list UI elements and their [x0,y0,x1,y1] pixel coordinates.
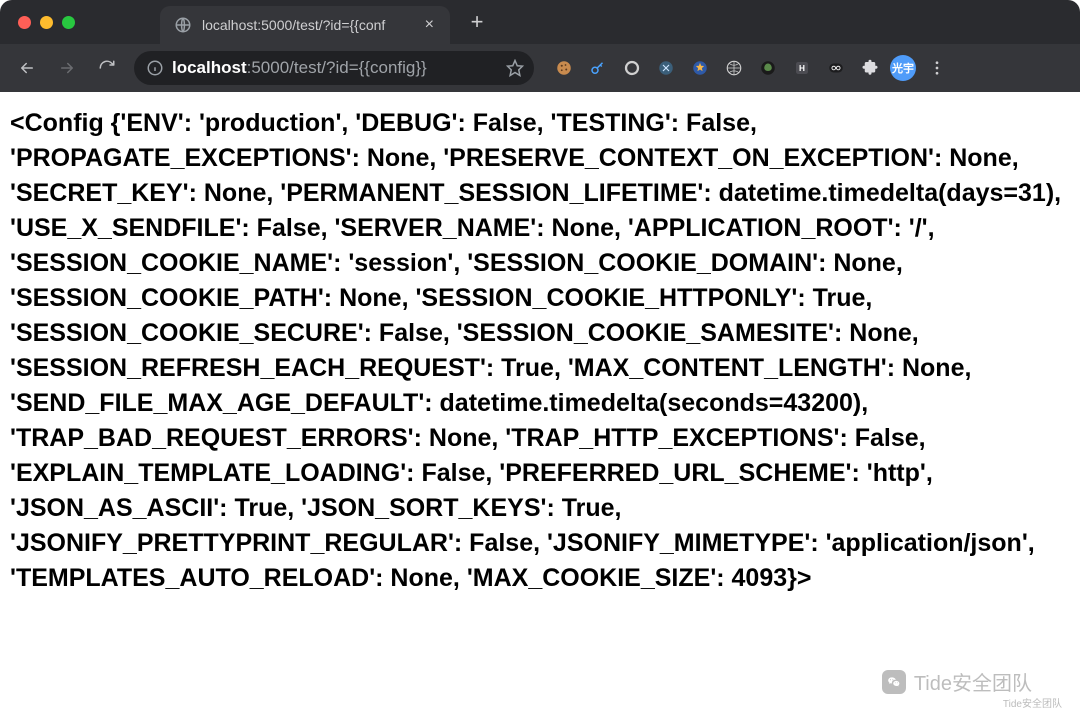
h-badge-icon: H [793,59,811,77]
browser-toolbar: localhost:5000/test/?id={{config}} H 光宇 [0,44,1080,92]
extension-x[interactable] [652,54,680,82]
kebab-icon [928,59,946,77]
extension-key[interactable] [584,54,612,82]
address-bar[interactable]: localhost:5000/test/?id={{config}} [134,51,534,85]
puzzle-icon [861,59,879,77]
cookie-icon [555,59,573,77]
eyes-icon [827,59,845,77]
key-icon [589,59,607,77]
extension-cookie[interactable] [550,54,578,82]
browser-tab[interactable]: localhost:5000/test/?id={{conf × [160,6,450,44]
extensions-row: H 光宇 [550,53,952,83]
forward-button[interactable] [50,51,84,85]
star-icon [506,59,524,77]
reload-button[interactable] [90,51,124,85]
reload-icon [98,59,116,77]
window-controls [0,16,75,29]
extension-star[interactable] [686,54,714,82]
globe2-icon [725,59,743,77]
extension-fox[interactable] [754,54,782,82]
window-close-dot[interactable] [18,16,31,29]
extension-h[interactable]: H [788,54,816,82]
burst-icon [691,59,709,77]
profile-avatar[interactable]: 光宇 [890,55,916,81]
bookmark-button[interactable] [506,59,524,77]
arrow-left-icon [18,59,36,77]
url-text: localhost:5000/test/?id={{config}} [172,58,498,78]
extensions-button[interactable] [856,54,884,82]
window-zoom-dot[interactable] [62,16,75,29]
back-button[interactable] [10,51,44,85]
watermark-sub: Tide安全团队 [1003,695,1062,710]
url-path: :5000/test/?id={{config}} [247,58,427,77]
extension-eyes[interactable] [822,54,850,82]
extension-circle[interactable] [618,54,646,82]
svg-text:H: H [799,64,805,73]
watermark: Tide安全团队 [882,667,1032,696]
globe-icon [174,16,192,34]
tab-close-button[interactable]: × [421,14,438,36]
site-info-icon[interactable] [146,59,164,77]
page-content: <Config {'ENV': 'production', 'DEBUG': F… [0,92,1080,610]
browser-menu-button[interactable] [922,53,952,83]
window-titlebar: localhost:5000/test/?id={{conf × + [0,0,1080,44]
new-tab-button[interactable]: + [462,7,492,37]
wechat-icon [882,670,906,694]
tab-title: localhost:5000/test/?id={{conf [202,17,411,33]
window-minimize-dot[interactable] [40,16,53,29]
extension-globe[interactable] [720,54,748,82]
arrow-right-icon [58,59,76,77]
ring-icon [623,59,641,77]
watermark-text: Tide安全团队 [914,667,1032,696]
url-host: localhost [172,58,247,77]
fox-icon [759,59,777,77]
x-icon [657,59,675,77]
